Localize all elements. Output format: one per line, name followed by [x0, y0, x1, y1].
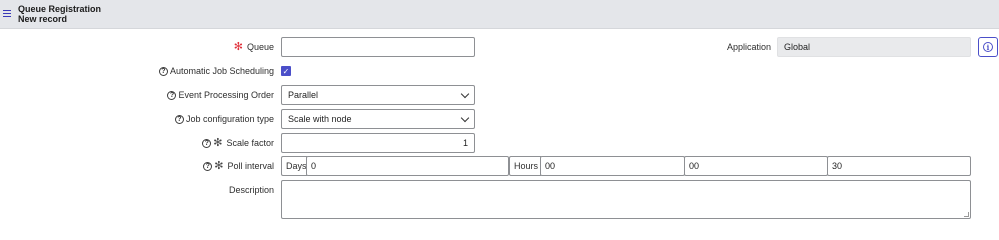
required-asterisk-icon: ✻ — [214, 159, 224, 172]
event-order-label: Event Processing Order — [178, 90, 274, 100]
hours-label: Hours — [509, 156, 541, 176]
auto-job-checkbox[interactable]: ✓ — [281, 66, 291, 76]
info-button[interactable]: i — [978, 37, 998, 57]
checkmark-icon: ✓ — [282, 66, 290, 76]
job-config-value: Scale with node — [288, 114, 352, 124]
form-title: Queue Registration — [18, 4, 102, 14]
scale-factor-label-row: ? ✻ Scale factor — [150, 133, 274, 153]
question-circle-icon[interactable]: ? — [167, 90, 177, 100]
required-asterisk-icon: ✻ — [213, 136, 223, 149]
poll-interval-label-row: ? ✻ Poll interval — [150, 156, 274, 176]
hours-input[interactable]: 00 — [540, 156, 685, 176]
application-field: Global — [777, 37, 971, 57]
chevron-down-icon — [460, 113, 470, 122]
resize-handle-icon[interactable] — [964, 212, 969, 217]
job-config-label-row: ? Job configuration type — [150, 109, 274, 129]
event-order-label-row: ? Event Processing Order — [150, 85, 274, 105]
info-circle-icon: i — [983, 42, 993, 52]
job-config-select[interactable]: Scale with node — [281, 109, 475, 129]
seconds-input[interactable]: 30 — [827, 156, 971, 176]
queue-label: Queue — [246, 42, 274, 52]
days-label: Days — [281, 156, 307, 176]
description-label: Description — [228, 185, 274, 195]
scale-factor-label: Scale factor — [226, 138, 274, 148]
queue-label-row: ✻ Queue — [150, 37, 274, 57]
application-label: Application — [726, 42, 771, 52]
job-config-label: Job configuration type — [185, 114, 274, 124]
queue-input[interactable] — [281, 37, 475, 57]
required-asterisk-icon: ✻ — [233, 40, 243, 53]
chevron-down-icon — [460, 89, 470, 98]
description-textarea[interactable] — [281, 180, 971, 219]
auto-job-label-row: ? Automatic Job Scheduling — [150, 61, 274, 81]
auto-job-label: Automatic Job Scheduling — [169, 66, 274, 76]
days-input[interactable]: 0 — [306, 156, 509, 176]
minutes-input[interactable]: 00 — [684, 156, 828, 176]
form-subtitle: New record — [18, 14, 68, 24]
form-header: Queue Registration New record — [0, 0, 999, 29]
question-circle-icon[interactable]: ? — [203, 161, 213, 171]
question-circle-icon[interactable]: ? — [202, 138, 212, 148]
question-circle-icon[interactable]: ? — [174, 114, 184, 124]
question-circle-icon[interactable]: ? — [158, 66, 168, 76]
event-order-select[interactable]: Parallel — [281, 85, 475, 105]
poll-interval-label: Poll interval — [227, 161, 274, 171]
scale-factor-input[interactable]: 1 — [281, 133, 475, 153]
event-order-value: Parallel — [288, 90, 319, 100]
hamburger-menu-icon[interactable] — [3, 10, 11, 17]
